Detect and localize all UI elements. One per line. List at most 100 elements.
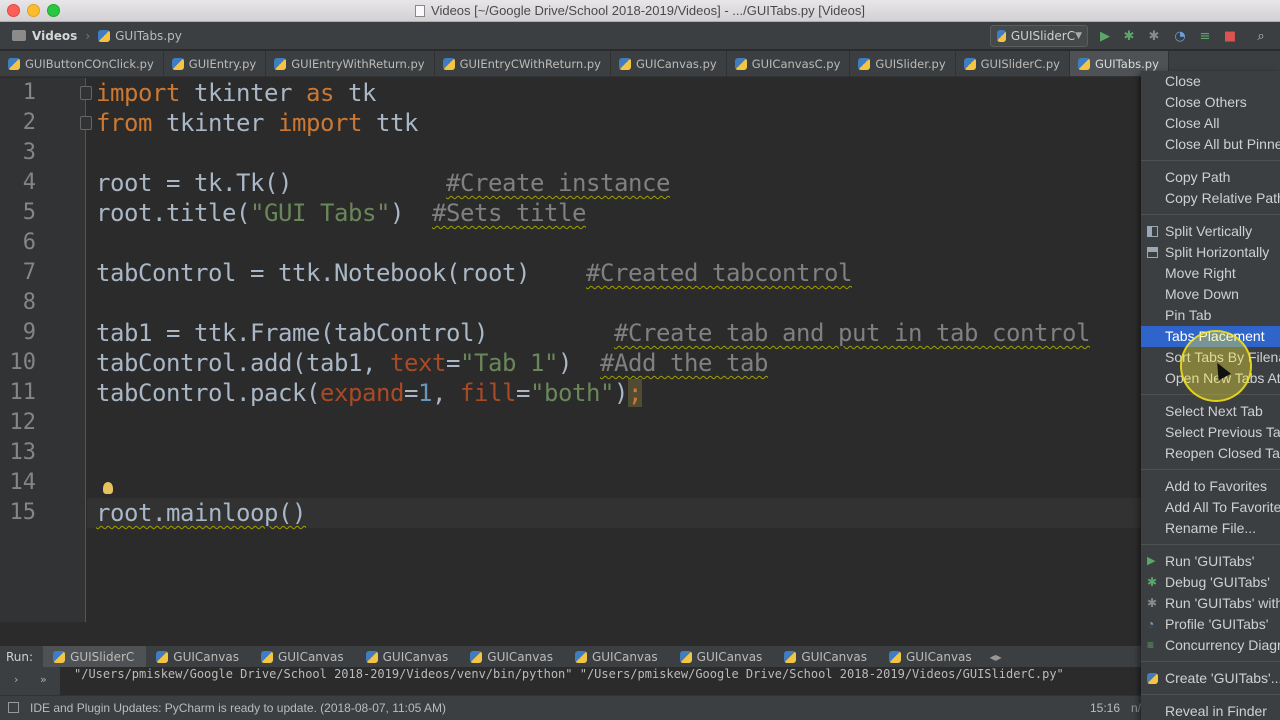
- python-file-icon: [365, 650, 378, 663]
- double-chevron-icon[interactable]: »: [40, 673, 47, 686]
- menu-item-rename-file[interactable]: Rename File...: [1141, 518, 1280, 539]
- run-tab[interactable]: GUICanvas: [879, 646, 984, 667]
- concurrency-icon[interactable]: ≡: [1197, 28, 1213, 44]
- editor-tab-label: GUISlider.py: [875, 57, 946, 71]
- code-line: import tkinter as tk: [96, 78, 376, 108]
- window-close-button[interactable]: [7, 4, 20, 17]
- menu-item-profile[interactable]: ◔ Profile 'GUITabs': [1141, 614, 1280, 635]
- code-token: root.mainloop(): [96, 499, 306, 527]
- run-tab[interactable]: GUICanvas: [670, 646, 775, 667]
- code-param: text: [389, 349, 446, 377]
- editor-tab-label: GUISliderC.py: [980, 57, 1060, 71]
- tab-scroll-arrows-icon[interactable]: ◂▸: [990, 650, 1002, 664]
- coverage-icon[interactable]: ✱: [1146, 28, 1162, 44]
- run-tab[interactable]: GUICanvas: [565, 646, 670, 667]
- run-configuration-select[interactable]: GUISliderC ▼: [990, 25, 1088, 47]
- code-line: tabControl = ttk.Notebook(root) #Created…: [96, 258, 852, 288]
- menu-item-close-others[interactable]: Close Others: [1141, 92, 1280, 113]
- code-token: ttk: [362, 109, 418, 137]
- code-token: ): [614, 379, 628, 407]
- code-token: from: [96, 109, 152, 137]
- python-file-icon: [260, 650, 273, 663]
- run-tab[interactable]: GUICanvas: [356, 646, 461, 667]
- split-horizontal-icon: [1147, 247, 1158, 258]
- code-token: ,: [432, 379, 460, 407]
- window-minimize-button[interactable]: [27, 4, 40, 17]
- run-icon[interactable]: ▶: [1097, 28, 1113, 44]
- expand-icon[interactable]: ›: [14, 673, 18, 686]
- line-number: 12: [9, 410, 37, 435]
- editor-tab[interactable]: GUISlider.py: [850, 51, 956, 76]
- menu-item-run-with-coverage[interactable]: ✱ Run 'GUITabs' with Coverage: [1141, 593, 1280, 614]
- breadcrumb-file[interactable]: GUITabs.py: [94, 29, 186, 43]
- menu-item-copy-path[interactable]: Copy Path: [1141, 167, 1280, 188]
- line-number: 9: [22, 320, 36, 345]
- menu-item-add-all-to-favorites[interactable]: Add All To Favorites: [1141, 497, 1280, 518]
- menu-item-close-all[interactable]: Close All: [1141, 113, 1280, 134]
- run-label: Run:: [6, 649, 34, 664]
- run-tab[interactable]: GUISliderC: [43, 646, 147, 667]
- menu-item-split-horizontally[interactable]: Split Horizontally: [1141, 242, 1280, 263]
- run-icon: ▶: [1147, 555, 1156, 567]
- fold-marker-icon[interactable]: [80, 86, 92, 100]
- menu-item-close[interactable]: Close: [1141, 71, 1280, 92]
- editor-tab[interactable]: GUIEntry.py: [164, 51, 267, 76]
- window-maximize-button[interactable]: [47, 4, 60, 17]
- run-tab[interactable]: GUICanvas: [251, 646, 356, 667]
- debug-icon[interactable]: ✱: [1121, 28, 1137, 44]
- line-number: 4: [22, 170, 36, 195]
- code-editor[interactable]: 1 2 3 4 5 6 7 8 9 10 11 12 13 14 15 impo…: [0, 78, 1280, 622]
- run-console[interactable]: "/Users/pmiskew/Google Drive/School 2018…: [0, 667, 1280, 695]
- menu-item-copy-relative-path[interactable]: Copy Relative Path: [1141, 188, 1280, 209]
- run-tab[interactable]: GUICanvas: [774, 646, 879, 667]
- toggle-tool-windows-icon[interactable]: [8, 702, 19, 713]
- fold-marker-icon[interactable]: [80, 116, 92, 130]
- menu-item-concurrency-diagram[interactable]: ≡ Concurrency Diagram for 'GUITabs': [1141, 635, 1280, 656]
- menu-item-run[interactable]: ▶ Run 'GUITabs': [1141, 551, 1280, 572]
- menu-item-reopen-closed-tab[interactable]: Reopen Closed Tab: [1141, 443, 1280, 464]
- run-tab[interactable]: GUICanvas: [146, 646, 251, 667]
- code-line: tab1 = ttk.Frame(tabControl) #Create tab…: [96, 318, 1090, 348]
- menu-item-close-all-but-pinned[interactable]: Close All but Pinned: [1141, 134, 1280, 155]
- python-file-icon: [274, 58, 287, 70]
- lightbulb-icon[interactable]: [103, 482, 113, 494]
- run-tab-label: GUICanvas: [696, 649, 763, 664]
- menu-item-reveal-in-finder[interactable]: Reveal in Finder: [1141, 701, 1280, 720]
- menu-item-debug[interactable]: ✱ Debug 'GUITabs': [1141, 572, 1280, 593]
- editor-tab-label: GUICanvas.py: [635, 57, 717, 71]
- stop-icon[interactable]: ■: [1222, 28, 1238, 44]
- menu-item-move-right[interactable]: Move Right: [1141, 263, 1280, 284]
- editor-tab[interactable]: GUIButtonCOnClick.py: [0, 51, 164, 76]
- search-icon[interactable]: ⌕: [1253, 28, 1269, 44]
- menu-item-select-previous-tab[interactable]: Select Previous Tab: [1141, 422, 1280, 443]
- run-side-toolbar: › »: [0, 667, 60, 695]
- line-separator-indicator[interactable]: n/: [1131, 701, 1141, 715]
- menu-item-add-to-favorites[interactable]: Add to Favorites: [1141, 476, 1280, 497]
- breadcrumb-project-label: Videos: [32, 28, 78, 43]
- editor-tab[interactable]: GUICanvas.py: [611, 51, 727, 76]
- menu-separator: [1141, 544, 1280, 545]
- source-code: import tkinter as tk from tkinter import…: [96, 78, 1090, 527]
- chevron-down-icon: ▼: [1075, 31, 1082, 41]
- menu-item-pin-tab[interactable]: Pin Tab: [1141, 305, 1280, 326]
- breadcrumb-project[interactable]: Videos: [0, 29, 81, 43]
- code-token: tab1 = ttk.Frame(tabControl): [96, 319, 614, 347]
- run-tab-label: GUICanvas: [382, 649, 449, 664]
- editor-tab[interactable]: GUIEntryCWithReturn.py: [435, 51, 611, 76]
- menu-separator: [1141, 694, 1280, 695]
- python-file-icon: [858, 58, 871, 70]
- python-file-icon: [1147, 673, 1158, 684]
- status-message[interactable]: IDE and Plugin Updates: PyCharm is ready…: [30, 701, 446, 715]
- editor-tab[interactable]: GUISliderC.py: [956, 51, 1070, 76]
- menu-item-split-vertically[interactable]: Split Vertically: [1141, 221, 1280, 242]
- menu-item-move-down[interactable]: Move Down: [1141, 284, 1280, 305]
- menu-item-label: Create 'GUITabs'...: [1165, 670, 1280, 686]
- caret-position[interactable]: 15:16: [1090, 701, 1120, 715]
- menu-item-create-configuration[interactable]: Create 'GUITabs'...: [1141, 668, 1280, 689]
- menu-item-select-next-tab[interactable]: Select Next Tab: [1141, 401, 1280, 422]
- run-tab-label: GUICanvas: [905, 649, 972, 664]
- editor-tab[interactable]: GUIEntryWithReturn.py: [266, 51, 435, 76]
- editor-tab[interactable]: GUICanvasC.py: [727, 51, 851, 76]
- run-tab[interactable]: GUICanvas: [460, 646, 565, 667]
- profile-icon[interactable]: ◔: [1172, 28, 1188, 44]
